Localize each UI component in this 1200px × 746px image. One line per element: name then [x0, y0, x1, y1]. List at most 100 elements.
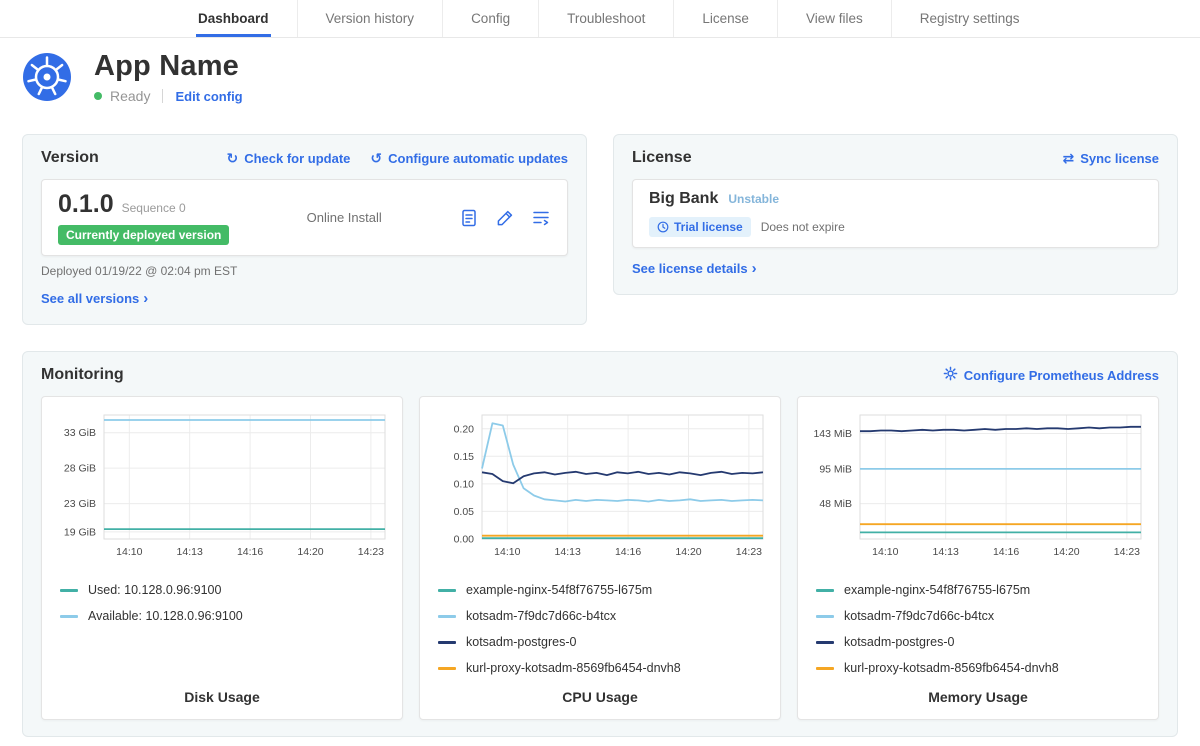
tab-registry-settings[interactable]: Registry settings [891, 0, 1048, 37]
check-for-update-label: Check for update [244, 151, 350, 166]
license-panel-header: License ⇄ Sync license [632, 149, 1159, 167]
disk-usage-legend-item: Available: 10.128.0.96:9100 [60, 609, 390, 623]
see-license-details-link[interactable]: See license details › [632, 260, 757, 277]
svg-text:14:20: 14:20 [1053, 546, 1079, 558]
tab-version-history[interactable]: Version history [297, 0, 443, 37]
legend-label: kotsadm-postgres-0 [844, 635, 954, 649]
svg-text:33 GiB: 33 GiB [64, 427, 96, 439]
app-status: Ready [110, 88, 150, 104]
currently-deployed-badge: Currently deployed version [58, 225, 229, 245]
deployed-timestamp: Deployed 01/19/22 @ 02:04 pm EST [41, 264, 568, 278]
svg-text:0.20: 0.20 [454, 423, 475, 435]
edit-config-link[interactable]: Edit config [175, 89, 242, 104]
memory-usage-legend-item: kurl-proxy-kotsadm-8569fb6454-dnvh8 [816, 661, 1146, 675]
cpu-usage-legend-item: kotsadm-postgres-0 [438, 635, 768, 649]
svg-text:14:16: 14:16 [615, 546, 641, 558]
sync-license-link[interactable]: ⇄ Sync license [1062, 151, 1159, 166]
license-type-row: Trial license Does not expire [649, 217, 1142, 237]
svg-text:14:13: 14:13 [933, 546, 959, 558]
cards-row: Version ↻ Check for update ↺ Configure a… [22, 134, 1178, 325]
svg-text:14:23: 14:23 [1114, 546, 1140, 558]
monitoring-panel: Monitoring Configure Prometheus Address … [22, 351, 1178, 737]
version-sequence: Sequence 0 [122, 201, 186, 215]
license-customer-row: Big Bank Unstable [649, 190, 1142, 208]
app-status-row: Ready Edit config [94, 88, 243, 104]
legend-label: example-nginx-54f8f76755-l675m [466, 583, 652, 597]
disk-usage-title: Disk Usage [54, 675, 390, 705]
tab-troubleshoot[interactable]: Troubleshoot [538, 0, 673, 37]
svg-text:143 MiB: 143 MiB [813, 428, 852, 440]
configure-prometheus-link[interactable]: Configure Prometheus Address [943, 366, 1159, 384]
svg-text:14:23: 14:23 [736, 546, 762, 558]
legend-label: kurl-proxy-kotsadm-8569fb6454-dnvh8 [466, 661, 681, 675]
legend-swatch [816, 589, 834, 592]
memory-usage-plot: 48 MiB95 MiB143 MiB14:1014:1314:1614:201… [810, 409, 1146, 569]
top-nav: Dashboard Version history Config Trouble… [0, 0, 1200, 38]
tab-license[interactable]: License [673, 0, 777, 37]
legend-swatch [438, 589, 456, 592]
deploy-logs-icon[interactable] [531, 208, 551, 228]
tab-view-files[interactable]: View files [777, 0, 891, 37]
svg-text:48 MiB: 48 MiB [819, 498, 852, 510]
svg-text:0.00: 0.00 [454, 534, 475, 546]
tab-dashboard[interactable]: Dashboard [170, 0, 297, 37]
tab-label: Version history [324, 1, 417, 37]
legend-label: kotsadm-postgres-0 [466, 635, 576, 649]
kubernetes-logo-icon [22, 52, 72, 102]
app-header: App Name Ready Edit config [0, 38, 1200, 104]
check-for-update-link[interactable]: ↻ Check for update [226, 151, 350, 166]
configure-automatic-updates-link[interactable]: ↺ Configure automatic updates [370, 151, 568, 166]
release-notes-icon[interactable] [459, 208, 479, 228]
see-license-details-label: See license details [632, 261, 748, 276]
svg-text:14:16: 14:16 [993, 546, 1019, 558]
current-version-card: 0.1.0 Sequence 0 Currently deployed vers… [41, 179, 568, 256]
license-expiry: Does not expire [761, 220, 845, 234]
cpu-usage-plot: 0.000.050.100.150.2014:1014:1314:1614:20… [432, 409, 768, 569]
refresh-icon: ↻ [226, 151, 238, 165]
tab-config[interactable]: Config [442, 0, 538, 37]
version-number: 0.1.0 [58, 190, 114, 219]
svg-text:95 MiB: 95 MiB [819, 463, 852, 475]
tab-label: Registry settings [918, 1, 1022, 37]
svg-text:0.10: 0.10 [454, 478, 475, 490]
ready-status-dot [94, 92, 102, 100]
memory-usage-title: Memory Usage [810, 675, 1146, 705]
svg-text:14:16: 14:16 [237, 546, 263, 558]
legend-swatch [438, 615, 456, 618]
legend-swatch [60, 589, 78, 592]
memory-usage-card: 48 MiB95 MiB143 MiB14:1014:1314:1614:201… [797, 396, 1159, 720]
version-panel: Version ↻ Check for update ↺ Configure a… [22, 134, 587, 325]
monitoring-panel-header: Monitoring Configure Prometheus Address [41, 366, 1159, 384]
sync-license-label: Sync license [1080, 151, 1159, 166]
license-customer-name: Big Bank [649, 190, 718, 208]
cpu-usage-legend-item: example-nginx-54f8f76755-l675m [438, 583, 768, 597]
tab-label: Config [469, 1, 512, 37]
disk-usage-card: 19 GiB23 GiB28 GiB33 GiB14:1014:1314:161… [41, 396, 403, 720]
svg-text:14:20: 14:20 [297, 546, 323, 558]
see-all-versions-label: See all versions [41, 291, 139, 306]
gear-icon [943, 366, 958, 384]
memory-usage-legend-item: kotsadm-7f9dc7d66c-b4tcx [816, 609, 1146, 623]
legend-swatch [816, 615, 834, 618]
svg-text:14:10: 14:10 [494, 546, 520, 558]
edit-config-icon[interactable] [495, 208, 515, 228]
license-panel: License ⇄ Sync license Big Bank Unstable… [613, 134, 1178, 295]
configure-automatic-updates-label: Configure automatic updates [388, 151, 568, 166]
memory-usage-legend-item: example-nginx-54f8f76755-l675m [816, 583, 1146, 597]
legend-label: example-nginx-54f8f76755-l675m [844, 583, 1030, 597]
license-card: Big Bank Unstable Trial license Does not… [632, 179, 1159, 248]
svg-text:23 GiB: 23 GiB [64, 498, 96, 510]
trial-license-label: Trial license [674, 220, 743, 234]
chevron-right-icon: › [752, 260, 757, 277]
tab-label: License [700, 1, 751, 37]
license-channel: Unstable [728, 192, 779, 206]
see-all-versions-link[interactable]: See all versions › [41, 290, 148, 307]
license-panel-title: License [632, 149, 692, 167]
divider [162, 89, 163, 103]
chevron-right-icon: › [143, 290, 148, 307]
version-panel-header: Version ↻ Check for update ↺ Configure a… [41, 149, 568, 167]
disk-usage-plot: 19 GiB23 GiB28 GiB33 GiB14:1014:1314:161… [54, 409, 390, 569]
legend-swatch [438, 667, 456, 670]
disk-usage-legend: Used: 10.128.0.96:9100Available: 10.128.… [54, 583, 390, 623]
cpu-usage-legend: example-nginx-54f8f76755-l675mkotsadm-7f… [432, 583, 768, 675]
